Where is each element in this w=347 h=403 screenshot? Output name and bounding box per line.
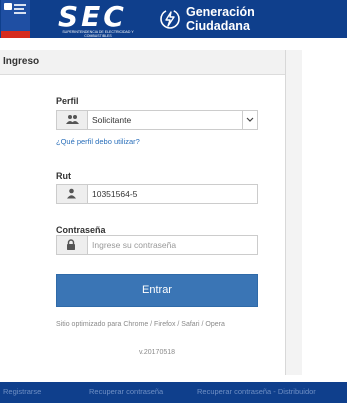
- user-icon: [67, 188, 76, 199]
- program-title-line2: Ciudadana: [186, 19, 250, 33]
- chevron-down-icon: [246, 117, 254, 122]
- lock-icon: [67, 239, 75, 250]
- sec-logo: SEC: [58, 0, 127, 33]
- password-placeholder: Ingrese su contraseña: [92, 240, 177, 250]
- login-panel-header: Ingreso: [0, 50, 285, 75]
- program-title: Generación Ciudadana: [186, 5, 255, 33]
- page-title: Ingreso: [3, 56, 40, 67]
- version-label: v.20170518: [138, 349, 176, 356]
- recover-password-distributor-link[interactable]: Recuperar contraseña - Distribuidor: [197, 387, 316, 396]
- profile-addon: [57, 111, 88, 129]
- rut-addon: [57, 185, 88, 203]
- browser-compatibility-note: Sitio optimizado para Chrome / Firefox /…: [56, 321, 225, 328]
- password-addon: [57, 236, 88, 254]
- sec-logo-subtitle: SUPERINTENDENCIA DE ELECTRICIDAD Y COMBU…: [62, 30, 134, 38]
- login-button[interactable]: Entrar: [56, 274, 258, 307]
- government-logo: [1, 0, 30, 38]
- recover-password-link[interactable]: Recuperar contraseña: [89, 387, 163, 396]
- password-input[interactable]: Ingrese su contraseña: [56, 235, 258, 255]
- top-header: SEC SUPERINTENDENCIA DE ELECTRICIDAD Y C…: [0, 0, 347, 38]
- side-gutter: [286, 50, 302, 375]
- profile-selected-value: Solicitante: [92, 115, 132, 125]
- select-dropdown[interactable]: [242, 111, 257, 129]
- program-title-line1: Generación: [186, 5, 255, 19]
- profile-help-link[interactable]: ¿Qué perfil debo utilizar?: [56, 137, 140, 146]
- footer-links: Registrarse Recuperar contraseña Recuper…: [0, 382, 347, 403]
- users-icon: [66, 115, 79, 124]
- register-link[interactable]: Registrarse: [3, 387, 41, 396]
- password-label: Contraseña: [56, 225, 106, 235]
- rut-label: Rut: [56, 171, 71, 181]
- rut-input[interactable]: 10351564-5: [56, 184, 258, 204]
- lightning-bolt-icon: [160, 9, 180, 29]
- rut-value: 10351564-5: [92, 189, 138, 199]
- profile-select[interactable]: Solicitante: [56, 110, 258, 130]
- profile-label: Perfil: [56, 96, 79, 106]
